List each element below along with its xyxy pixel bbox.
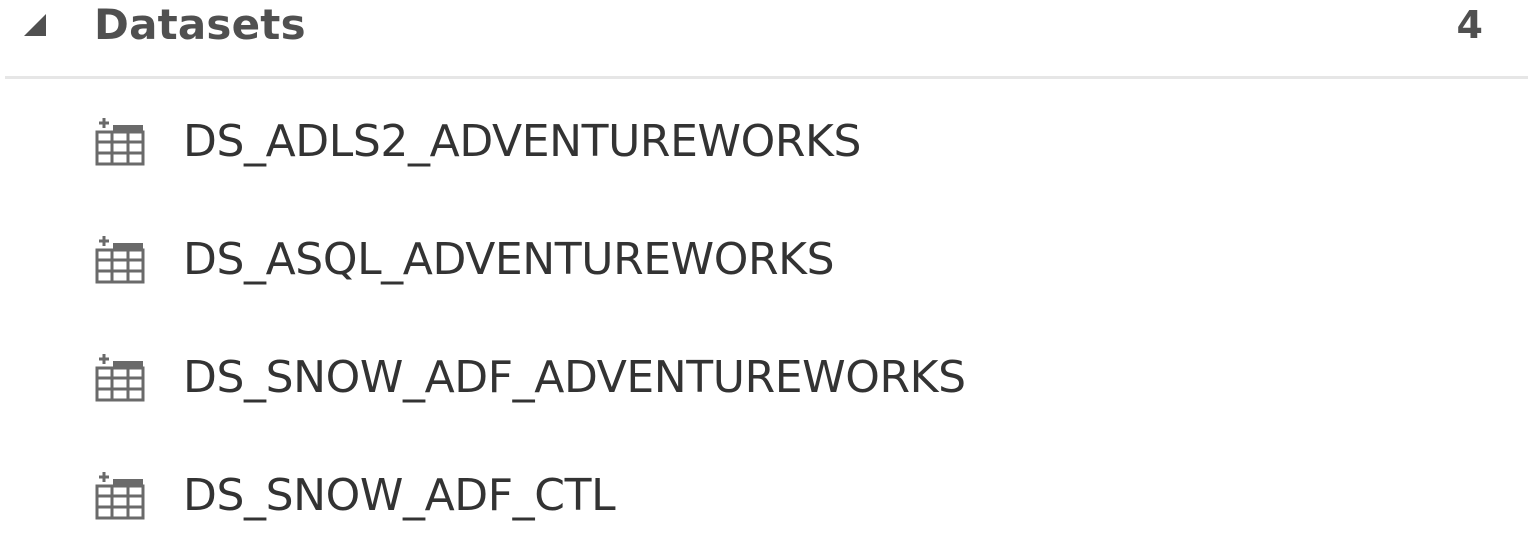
- dataset-list: DS_ADLS2_ADVENTUREWORKS DS_ASQL_ADVENTUR…: [0, 84, 1535, 556]
- list-item[interactable]: DS_ADLS2_ADVENTUREWORKS: [0, 84, 1535, 202]
- table-dataset-icon: [93, 116, 147, 166]
- table-dataset-icon: [93, 234, 147, 284]
- dataset-label: DS_ADLS2_ADVENTUREWORKS: [183, 116, 861, 167]
- table-dataset-icon: [93, 352, 147, 402]
- datasets-section-header[interactable]: Datasets 4: [0, 0, 1535, 50]
- dataset-count-badge: 4: [1456, 3, 1483, 47]
- datasets-panel: Datasets 4 DS_ADLS2_ADVENTUREWORKS DS_AS…: [0, 0, 1535, 525]
- caret-expanded-icon[interactable]: [20, 10, 50, 40]
- list-item[interactable]: DS_SNOW_ADF_ADVENTUREWORKS: [0, 320, 1535, 438]
- dataset-label: DS_SNOW_ADF_CTL: [183, 470, 616, 521]
- section-title: Datasets: [94, 0, 306, 49]
- section-divider: [5, 76, 1528, 79]
- list-item[interactable]: DS_ASQL_ADVENTUREWORKS: [0, 202, 1535, 320]
- dataset-label: DS_ASQL_ADVENTUREWORKS: [183, 234, 835, 285]
- list-item[interactable]: DS_SNOW_ADF_CTL: [0, 438, 1535, 556]
- dataset-label: DS_SNOW_ADF_ADVENTUREWORKS: [183, 352, 966, 403]
- table-dataset-icon: [93, 470, 147, 520]
